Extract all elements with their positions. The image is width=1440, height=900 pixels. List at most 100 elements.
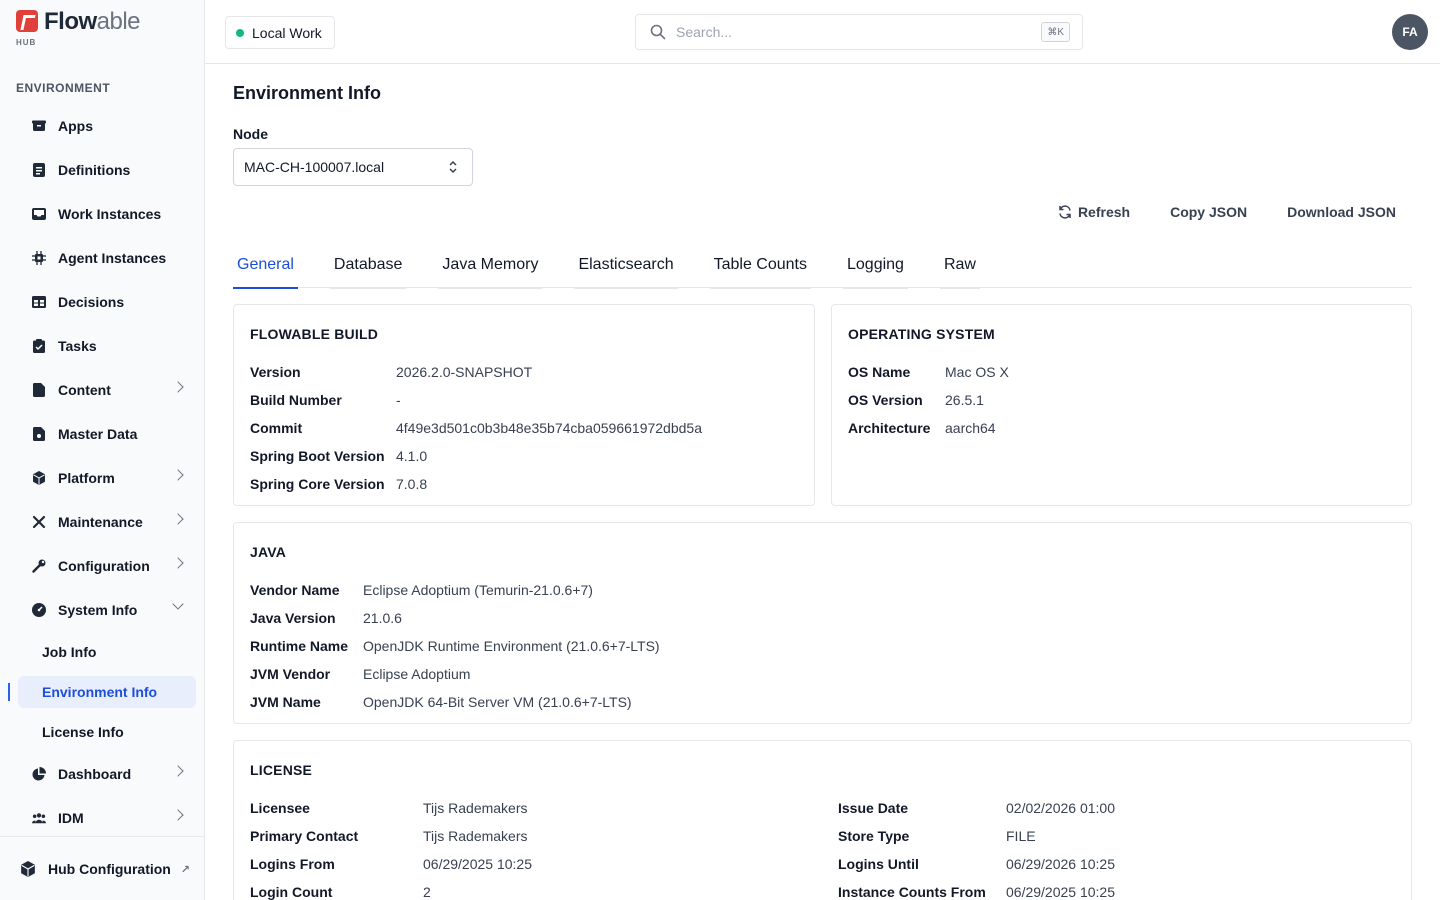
card-title: OPERATING SYSTEM <box>848 326 995 342</box>
kv-value: Eclipse Adoptium (Temurin-21.0.6+7) <box>363 582 593 598</box>
card-title: FLOWABLE BUILD <box>250 326 379 342</box>
kv-value: Mac OS X <box>945 364 1009 380</box>
box-icon <box>32 119 46 133</box>
kv-row: Spring Boot Version 4.1.0 <box>250 442 702 470</box>
kv-row: Version 2026.2.0-SNAPSHOT <box>250 358 702 386</box>
sidebar-item-master-data[interactable]: Master Data <box>18 412 196 456</box>
search-shortcut: ⌘K <box>1041 22 1070 42</box>
kv-value: Eclipse Adoptium <box>363 666 471 682</box>
sidebar: Flowable HUB ENVIRONMENT Apps Definition… <box>0 0 205 900</box>
sidebar-item-decisions[interactable]: Decisions <box>18 280 196 324</box>
sidebar-item-dashboard[interactable]: Dashboard <box>18 752 196 796</box>
kv-key: Runtime Name <box>250 638 349 654</box>
kv-row: Instance Counts From 06/29/2025 10:25 <box>838 878 1115 900</box>
card-title: JAVA <box>250 544 287 560</box>
tab-general[interactable]: General <box>233 242 298 289</box>
sidebar-item-definitions[interactable]: Definitions <box>18 148 196 192</box>
kv-key: JVM Vendor <box>250 666 331 682</box>
cube-icon <box>32 471 46 485</box>
kv-value: FILE <box>1006 828 1036 844</box>
sidebar-item-label: Decisions <box>58 294 125 310</box>
kv-value: OpenJDK 64-Bit Server VM (21.0.6+7-LTS) <box>363 694 632 710</box>
pie-chart-icon <box>32 767 46 781</box>
kv-key: Issue Date <box>838 800 909 816</box>
sidebar-item-maintenance[interactable]: Maintenance <box>18 500 196 544</box>
sidebar-item-label: Master Data <box>58 426 138 442</box>
tab-java-memory[interactable]: Java Memory <box>438 242 543 289</box>
chevron-right-icon <box>172 469 184 481</box>
sidebar-subitem-environment-info[interactable]: Environment Info <box>18 676 196 708</box>
sidebar-item-label: System Info <box>58 602 138 618</box>
hub-configuration-label: Hub Configuration <box>48 860 171 877</box>
kv-key: Instance Counts From <box>838 884 986 900</box>
kv-key: Store Type <box>838 828 910 844</box>
kv-key: Build Number <box>250 392 342 408</box>
kv-key: Primary Contact <box>250 828 359 844</box>
kv-row: Build Number - <box>250 386 702 414</box>
sidebar-item-label: Content <box>58 382 111 398</box>
avatar[interactable]: FA <box>1392 14 1428 50</box>
kv-key: Commit <box>250 420 303 436</box>
active-indicator <box>8 683 10 701</box>
sidebar-item-label: Configuration <box>58 558 150 574</box>
tab-database[interactable]: Database <box>329 242 407 289</box>
download-json-button[interactable]: Download JSON <box>1271 200 1412 224</box>
tab-logging[interactable]: Logging <box>843 242 908 289</box>
card-title: LICENSE <box>250 762 313 778</box>
kv-value: Tijs Rademakers <box>423 800 528 816</box>
sidebar-item-apps[interactable]: Apps <box>18 104 196 148</box>
kv-list: Vendor Name Eclipse Adoptium (Temurin-21.… <box>250 576 660 716</box>
sidebar-item-content[interactable]: Content <box>18 368 196 412</box>
sidebar-subitem-label: License Info <box>42 724 124 740</box>
sidebar-subitem-label: Job Info <box>42 644 97 660</box>
workspace-label: Local Work <box>252 24 322 41</box>
kv-value: 06/29/2025 10:25 <box>1006 884 1115 900</box>
kv-key: Vendor Name <box>250 582 340 598</box>
sidebar-item-idm[interactable]: IDM <box>18 796 196 840</box>
hub-configuration-link[interactable]: Hub Configuration ↗ <box>0 836 204 900</box>
sidebar-item-system-info[interactable]: System Info <box>18 588 196 632</box>
copy-json-button[interactable]: Copy JSON <box>1154 200 1263 224</box>
sidebar-item-tasks[interactable]: Tasks <box>18 324 196 368</box>
sidebar-item-agent-instances[interactable]: Agent Instances <box>18 236 196 280</box>
kv-key: Login Count <box>250 884 333 900</box>
kv-value: - <box>396 392 401 408</box>
kv-row: Runtime Name OpenJDK Runtime Environment … <box>250 632 660 660</box>
tab-table-counts[interactable]: Table Counts <box>709 242 812 289</box>
kv-list-right: Issue Date 02/02/2026 01:00 Store Type FIL… <box>838 794 1115 900</box>
sidebar-item-work-instances[interactable]: Work Instances <box>18 192 196 236</box>
kv-value: 06/29/2026 10:25 <box>1006 856 1115 872</box>
kv-row: Primary Contact Tijs Rademakers <box>250 822 532 850</box>
kv-value: Tijs Rademakers <box>423 828 528 844</box>
kv-key: OS Name <box>848 364 911 380</box>
kv-row: Logins From 06/29/2025 10:25 <box>250 850 532 878</box>
users-icon <box>32 811 46 825</box>
kv-key: Spring Boot Version <box>250 448 385 464</box>
kv-key: Architecture <box>848 420 931 436</box>
document-icon <box>32 163 46 177</box>
flowable-logo[interactable]: Flowable HUB <box>16 8 141 47</box>
brand-name: Flowable <box>44 8 141 35</box>
workspace-selector[interactable]: Local Work <box>225 16 335 49</box>
tab-raw[interactable]: Raw <box>939 242 980 289</box>
sidebar-item-configuration[interactable]: Configuration <box>18 544 196 588</box>
java-card: JAVA Vendor Name Eclipse Adoptium (Temuri… <box>233 522 1412 724</box>
operating-system-card: OPERATING SYSTEM OS Name Mac OS X OS Vers… <box>831 304 1412 506</box>
tab-elasticsearch[interactable]: Elasticsearch <box>574 242 678 289</box>
kv-value: 06/29/2025 10:25 <box>423 856 532 872</box>
action-bar: Refresh Copy JSON Download JSON <box>1042 200 1412 224</box>
status-dot <box>236 28 244 37</box>
chevron-right-icon <box>172 809 184 821</box>
sidebar-subitem-license-info[interactable]: License Info <box>18 712 196 752</box>
chip-icon <box>32 251 46 265</box>
refresh-button[interactable]: Refresh <box>1042 200 1146 224</box>
refresh-icon <box>1059 205 1071 219</box>
node-select-value: MAC-CH-100007.local <box>244 159 385 175</box>
search-input[interactable]: Search... ⌘K <box>635 14 1083 50</box>
sidebar-item-platform[interactable]: Platform <box>18 456 196 500</box>
chevron-right-icon <box>172 765 184 777</box>
kv-value: 2 <box>423 884 431 900</box>
kv-row: Logins Until 06/29/2026 10:25 <box>838 850 1115 878</box>
sidebar-subitem-job-info[interactable]: Job Info <box>18 632 196 672</box>
node-select[interactable]: MAC-CH-100007.local <box>233 148 473 186</box>
